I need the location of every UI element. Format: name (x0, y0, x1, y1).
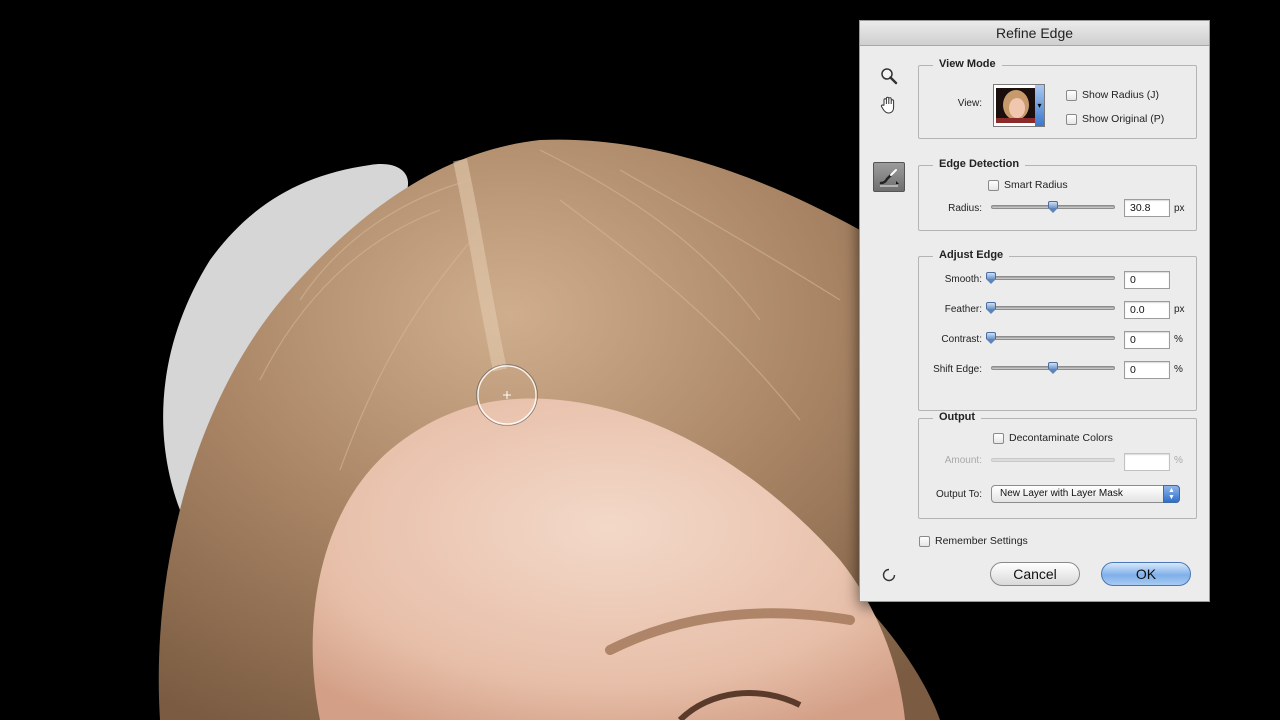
smart-radius-box[interactable] (988, 179, 999, 191)
view-thumbnail-picker[interactable]: ▾ (993, 84, 1045, 127)
ok-button[interactable]: OK (1101, 562, 1191, 586)
view-thumbnail (996, 88, 1036, 123)
select-arrows-icon: ▲ ▼ (1163, 485, 1180, 503)
preview-spinner-icon (882, 568, 896, 582)
output-legend: Output (933, 411, 982, 423)
output-to-value: New Layer with Layer Mask (1000, 488, 1123, 499)
shift-edge-unit: % (1174, 364, 1183, 375)
feather-input[interactable]: 0.0 (1124, 301, 1170, 319)
smart-radius-label: Smart Radius (1004, 179, 1068, 191)
output-to-label: Output To: (936, 489, 982, 500)
amount-label: Amount: (944, 455, 982, 466)
radius-label: Radius: (948, 203, 982, 214)
show-original-checkbox[interactable]: Show Original (P) (1066, 113, 1164, 125)
radius-input[interactable]: 30.8 (1124, 199, 1170, 217)
view-label: View: (957, 98, 982, 109)
contrast-slider[interactable] (986, 332, 1115, 344)
edge-detection-legend: Edge Detection (933, 158, 1026, 170)
show-radius-checkbox[interactable]: Show Radius (J) (1066, 89, 1159, 101)
amount-unit: % (1174, 455, 1183, 466)
shift-edge-slider[interactable] (991, 362, 1115, 374)
refine-radius-tool[interactable] (873, 162, 905, 192)
feather-unit: px (1174, 304, 1185, 315)
hand-tool[interactable] (877, 93, 901, 117)
radius-slider[interactable] (991, 201, 1115, 213)
decontaminate-colors-box[interactable] (993, 432, 1004, 444)
zoom-tool[interactable] (877, 64, 901, 88)
remember-settings-box[interactable] (919, 535, 930, 547)
amount-input (1124, 453, 1170, 471)
remember-settings-checkbox[interactable]: Remember Settings (919, 535, 1028, 547)
refine-radius-brush-icon (879, 169, 899, 187)
smart-radius-checkbox[interactable]: Smart Radius (988, 179, 1068, 191)
adjust-edge-legend: Adjust Edge (933, 249, 1010, 261)
show-radius-label: Show Radius (J) (1082, 89, 1160, 101)
feather-slider[interactable] (986, 302, 1115, 314)
shift-edge-input[interactable]: 0 (1124, 361, 1170, 379)
contrast-unit: % (1174, 334, 1183, 345)
shift-edge-label: Shift Edge: (933, 364, 982, 375)
refine-edge-dialog: Refine Edge View Mode View: ▾ Show Radiu… (859, 20, 1210, 602)
show-radius-box[interactable] (1066, 89, 1077, 101)
remember-settings-label: Remember Settings (935, 535, 1028, 547)
hand-icon (880, 96, 895, 114)
view-dropdown-arrow[interactable]: ▾ (1035, 85, 1044, 126)
show-original-box[interactable] (1066, 113, 1077, 125)
decontaminate-colors-label: Decontaminate Colors (1009, 432, 1113, 444)
smooth-input[interactable]: 0 (1124, 271, 1170, 289)
radius-unit: px (1174, 203, 1185, 214)
show-original-label: Show Original (P) (1082, 113, 1165, 125)
cancel-button[interactable]: Cancel (990, 562, 1080, 586)
contrast-label: Contrast: (941, 334, 982, 345)
dialog-title: Refine Edge (860, 21, 1209, 46)
amount-slider (991, 454, 1115, 466)
output-to-select[interactable]: New Layer with Layer Mask ▲ ▼ (991, 485, 1180, 503)
smooth-label: Smooth: (944, 274, 982, 285)
edge-detection-group: Edge Detection (918, 158, 1197, 231)
smooth-slider[interactable] (986, 272, 1115, 284)
zoom-icon (881, 68, 898, 85)
feather-label: Feather: (944, 304, 982, 315)
decontaminate-colors-checkbox[interactable]: Decontaminate Colors (993, 432, 1113, 444)
view-mode-legend: View Mode (933, 58, 1002, 70)
contrast-input[interactable]: 0 (1124, 331, 1170, 349)
